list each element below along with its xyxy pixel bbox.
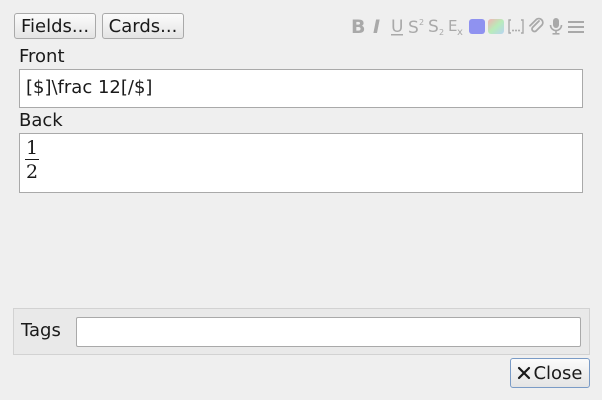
svg-text:x: x (457, 27, 463, 36)
clear-formatting-icon[interactable]: Ex (447, 14, 467, 38)
tags-area: Tags (13, 308, 590, 355)
back-field-editor[interactable]: 1 2 (19, 133, 583, 193)
highlight-color-icon[interactable] (487, 14, 507, 38)
svg-text:S: S (408, 18, 419, 36)
record-audio-icon[interactable] (546, 14, 566, 38)
close-button-label: Close (533, 362, 583, 384)
tags-input[interactable] (76, 317, 581, 347)
front-field-value: [$]\frac 12[/$] (26, 77, 153, 98)
cards-button[interactable]: Cards... (102, 13, 184, 39)
more-menu-icon[interactable] (566, 14, 586, 38)
cloze-icon[interactable] (506, 14, 526, 38)
close-button[interactable]: Close (510, 358, 590, 388)
subscript-icon[interactable]: S2 (427, 14, 447, 38)
text-color-icon[interactable] (467, 14, 487, 38)
close-icon (517, 366, 531, 380)
back-field-label: Back (19, 110, 63, 131)
superscript-icon[interactable]: S2 (407, 14, 427, 38)
underline-icon[interactable]: U (388, 14, 408, 38)
svg-text:2: 2 (439, 28, 444, 36)
svg-text:S: S (428, 17, 439, 36)
svg-text:2: 2 (419, 18, 424, 27)
bold-icon[interactable]: B (348, 14, 368, 38)
svg-text:U: U (391, 17, 403, 36)
italic-icon[interactable]: I (368, 14, 388, 38)
tags-label: Tags (21, 320, 61, 341)
svg-text:B: B (351, 16, 365, 36)
svg-text:I: I (373, 16, 380, 36)
fraction-numerator: 1 (24, 137, 40, 160)
fraction-denominator: 2 (25, 161, 39, 183)
rendered-fraction: 1 2 (24, 137, 40, 184)
formatting-toolbar: B I U S2 S2 Ex (348, 14, 586, 38)
front-field-label: Front (19, 46, 65, 67)
attach-icon[interactable] (526, 14, 546, 38)
fields-button[interactable]: Fields... (14, 13, 96, 39)
front-field-editor[interactable]: [$]\frac 12[/$] (19, 69, 583, 108)
